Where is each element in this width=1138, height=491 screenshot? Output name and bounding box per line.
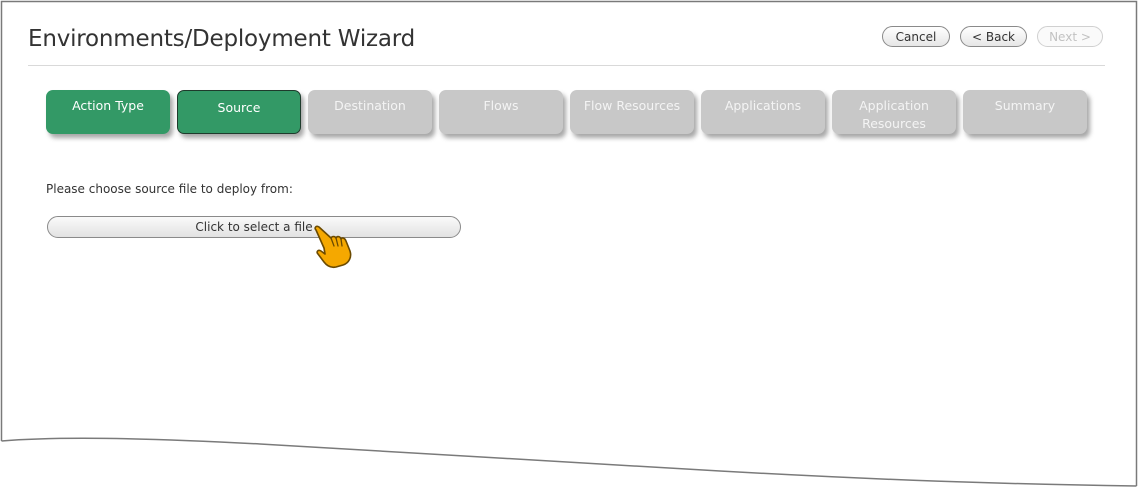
step-action-type[interactable]: Action Type [46,90,170,134]
source-prompt: Please choose source file to deploy from… [46,182,293,196]
select-file-button[interactable]: Click to select a file [47,216,461,238]
step-applications[interactable]: Applications [701,90,825,134]
next-button[interactable]: Next > [1037,26,1103,47]
header-divider [28,65,1105,66]
pointing-hand-cursor-icon [312,224,356,274]
step-flow-resources[interactable]: Flow Resources [570,90,694,134]
torn-page-border [0,0,1138,487]
step-flows[interactable]: Flows [439,90,563,134]
step-summary[interactable]: Summary [963,90,1087,134]
page-title: Environments/Deployment Wizard [28,26,416,52]
cancel-button[interactable]: Cancel [882,26,950,47]
window-frame [0,0,1138,491]
step-application-resources[interactable]: Application Resources [832,90,956,134]
back-button[interactable]: < Back [960,26,1027,47]
step-source[interactable]: Source [177,90,301,134]
step-destination[interactable]: Destination [308,90,432,134]
